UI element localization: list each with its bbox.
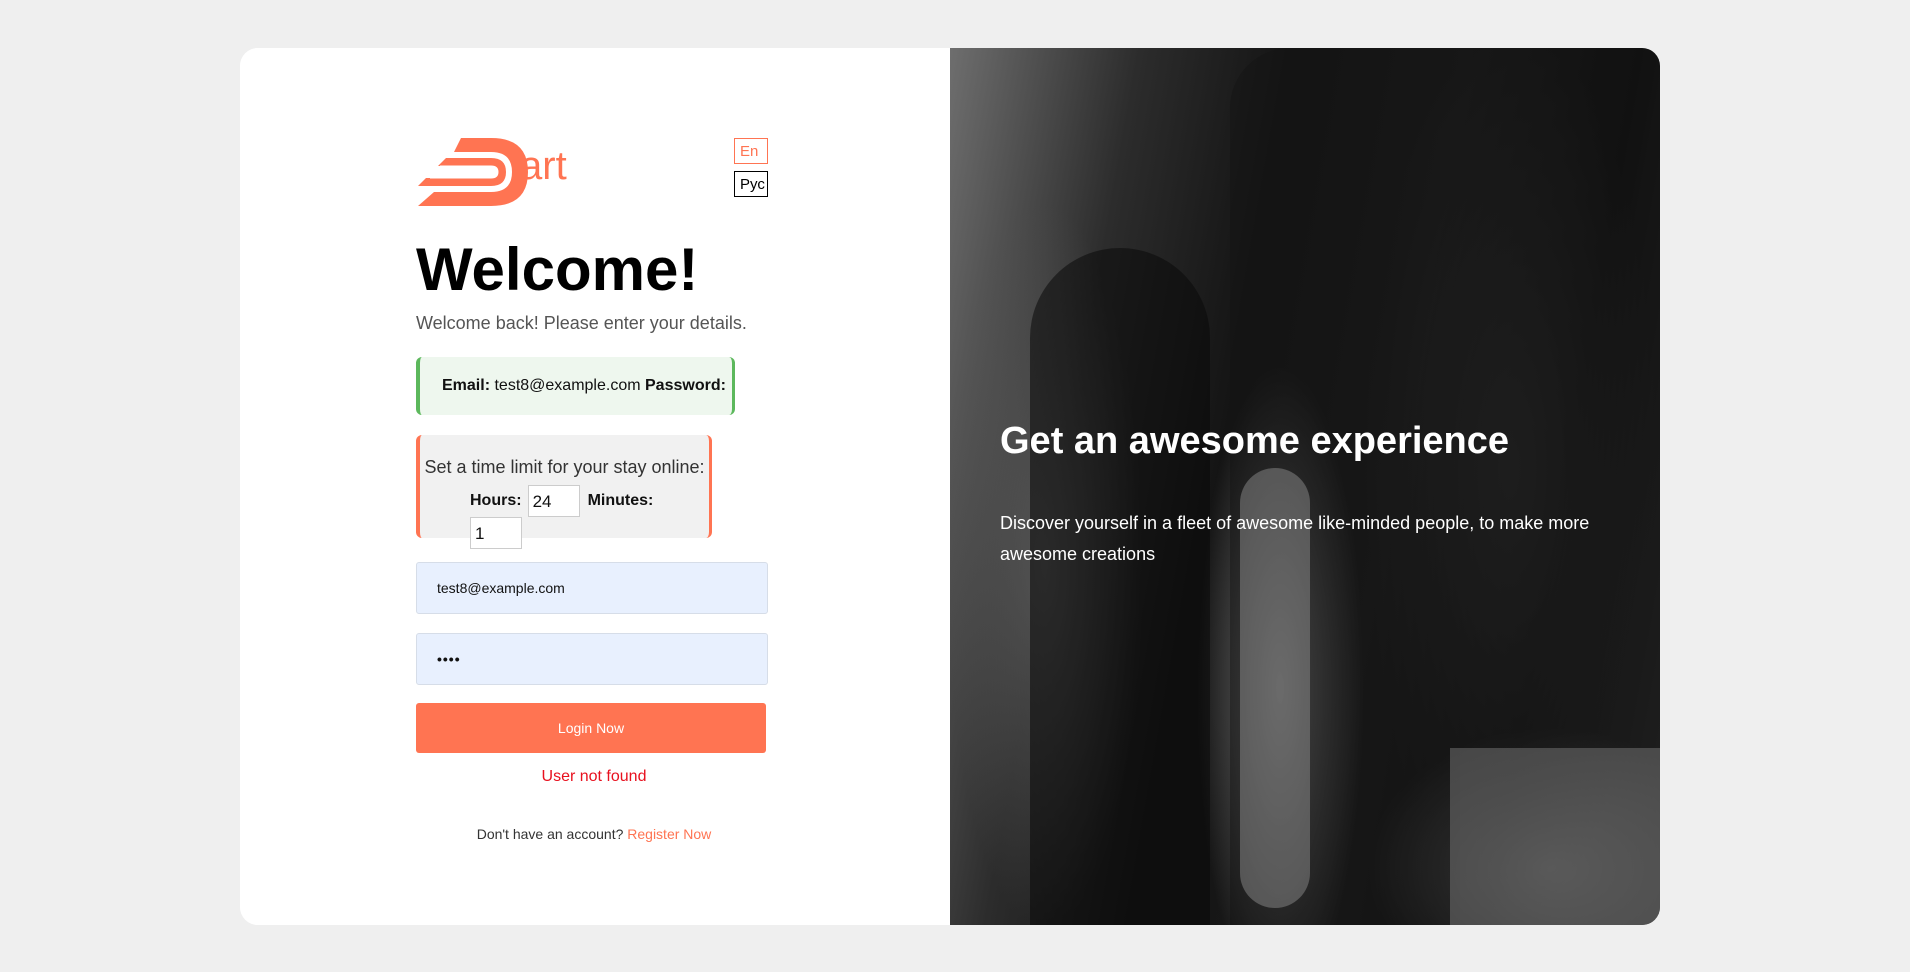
register-link[interactable]: Register Now — [627, 826, 711, 842]
background-photo-shape — [1450, 748, 1660, 925]
hint-email-label: Email: — [442, 377, 491, 394]
time-limit-title: Set a time limit for your stay online: — [424, 457, 705, 477]
language-ru-button[interactable]: Рус — [734, 171, 768, 197]
promo-title: Get an awesome experience — [1000, 420, 1510, 462]
time-limit-row: Hours: 24 Minutes: 1 — [470, 485, 709, 549]
time-limit-box: Set a time limit for your stay online: H… — [416, 435, 712, 549]
login-button[interactable]: Login Now — [416, 703, 766, 753]
promo-text: Discover yourself in a fleet of awesome … — [1000, 513, 1590, 564]
background-photo-shape — [1030, 248, 1210, 925]
language-en-button[interactable]: En — [734, 138, 768, 164]
hours-label: Hours: — [470, 492, 522, 509]
logo-wordmark: art — [520, 144, 567, 188]
email-field[interactable]: test8@example.com — [416, 562, 768, 614]
password-field[interactable]: •••• — [416, 633, 768, 685]
register-prompt: Don't have an account? Register Now — [416, 826, 772, 842]
minutes-input[interactable]: 1 — [470, 517, 522, 549]
error-message: User not found — [541, 768, 647, 785]
minutes-label: Minutes: — [587, 492, 654, 509]
hint-email-value: test8@example.com — [494, 377, 641, 394]
hint-password-label: Password: — [645, 377, 726, 394]
promo-panel: Get an awesome experience Discover yours… — [950, 48, 1660, 925]
page-title: Welcome! — [416, 236, 699, 303]
login-panel: art En Рус Welcome! Welcome back! Please… — [240, 48, 950, 925]
login-card: art En Рус Welcome! Welcome back! Please… — [240, 48, 1660, 925]
register-prompt-text: Don't have an account? — [476, 826, 624, 842]
credentials-hint: Email: test8@example.com Password: test — [416, 357, 735, 452]
page-subtitle: Welcome back! Please enter your details. — [416, 313, 747, 333]
hours-input[interactable]: 24 — [527, 485, 580, 517]
